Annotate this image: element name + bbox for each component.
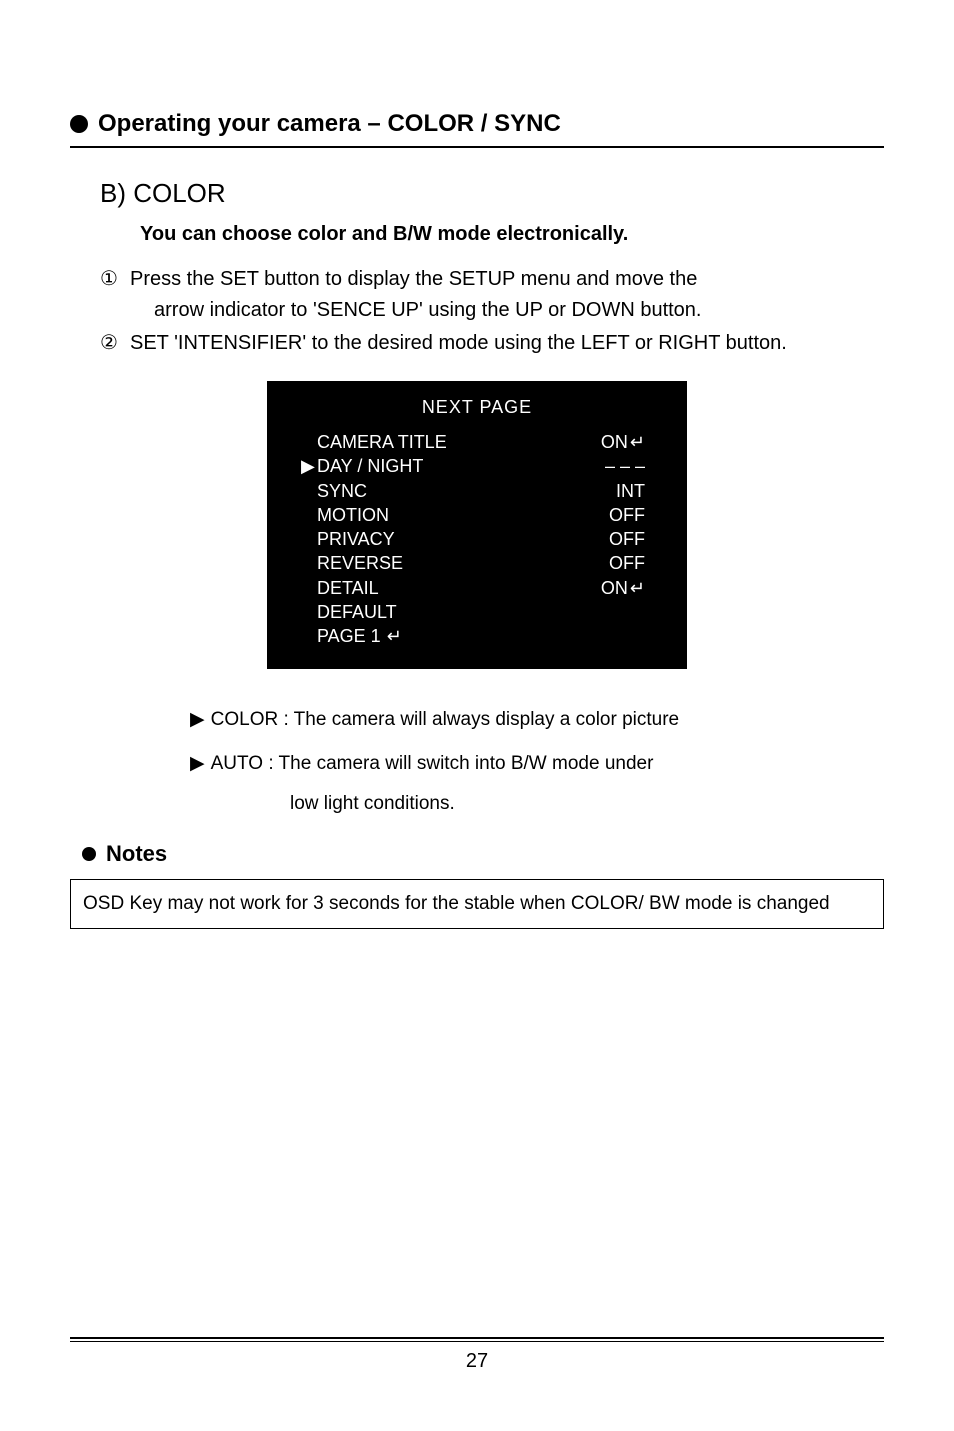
osd-row: DEFAULT (291, 600, 663, 624)
page-footer: 27 (70, 1337, 884, 1373)
osd-row: PAGE 1↵ (291, 624, 663, 648)
osd-label: PAGE 1 (317, 624, 381, 648)
osd-value: ON (601, 432, 628, 452)
step-2-text: SET 'INTENSIFIER' to the desired mode us… (130, 332, 787, 354)
osd-label: CAMERA TITLE (317, 430, 447, 454)
footer-divider (70, 1337, 884, 1339)
osd-label: MOTION (317, 503, 389, 527)
enter-icon: ↵ (387, 624, 402, 648)
section-heading: Operating your camera – COLOR / SYNC (70, 110, 884, 138)
notes-body: OSD Key may not work for 3 seconds for t… (83, 893, 830, 914)
osd-label: DETAIL (317, 576, 379, 600)
osd-label: PRIVACY (317, 527, 395, 551)
option-list: ▶ COLOR : The camera will always display … (190, 705, 884, 816)
osd-value: – – – (605, 456, 645, 476)
step-2: ②SET 'INTENSIFIER' to the desired mode u… (100, 328, 884, 359)
osd-row: PRIVACY OFF (291, 527, 663, 551)
notes-label: Notes (106, 841, 167, 867)
pointer-icon: ▶ (301, 454, 315, 478)
osd-value: INT (616, 481, 645, 501)
divider (70, 146, 884, 148)
heading-text: Operating your camera – COLOR / SYNC (98, 110, 561, 138)
notes-heading: Notes (82, 841, 884, 867)
osd-label: SYNC (317, 479, 367, 503)
osd-row: MOTION OFF (291, 503, 663, 527)
osd-label: DAY / NIGHT (317, 454, 423, 478)
option-color-text: COLOR : The camera will always display a… (211, 709, 680, 730)
enter-icon: ↵ (630, 432, 645, 452)
step-2-number: ② (100, 328, 130, 359)
bullet-icon (70, 115, 88, 133)
intro-text: You can choose color and B/W mode electr… (140, 223, 884, 246)
footer-divider (70, 1341, 884, 1342)
step-1-number: ① (100, 264, 130, 295)
page-number: 27 (70, 1350, 884, 1373)
osd-value: ON (601, 578, 628, 598)
osd-row: REVERSE OFF (291, 551, 663, 575)
step-1: ①Press the SET button to display the SET… (100, 264, 884, 326)
step-1-line-a: Press the SET button to display the SETU… (130, 268, 697, 290)
triangle-icon: ▶ (190, 753, 205, 774)
osd-row: SYNC INT (291, 479, 663, 503)
osd-row: CAMERA TITLE ON↵ (291, 430, 663, 454)
triangle-icon: ▶ (190, 709, 205, 730)
osd-row: DETAIL ON↵ (291, 576, 663, 600)
notes-box: OSD Key may not work for 3 seconds for t… (70, 879, 884, 929)
osd-value: OFF (609, 505, 645, 525)
option-auto-text-b: low light conditions. (290, 793, 884, 815)
enter-icon: ↵ (630, 578, 645, 598)
option-auto-text-a: AUTO : The camera will switch into B/W m… (211, 753, 654, 774)
osd-row: ▶DAY / NIGHT – – – (291, 454, 663, 478)
osd-value: OFF (609, 529, 645, 549)
osd-label: REVERSE (317, 551, 403, 575)
osd-screen: NEXT PAGE CAMERA TITLE ON↵ ▶DAY / NIGHT … (267, 381, 687, 669)
step-1-line-b: arrow indicator to 'SENCE UP' using the … (154, 295, 884, 326)
option-color: ▶ COLOR : The camera will always display … (190, 705, 884, 735)
bullet-icon (82, 847, 96, 861)
osd-title: NEXT PAGE (291, 397, 663, 418)
osd-value: OFF (609, 553, 645, 573)
subsection-label: B) COLOR (100, 178, 884, 209)
osd-label: DEFAULT (317, 600, 397, 624)
option-auto: ▶ AUTO : The camera will switch into B/W … (190, 749, 884, 779)
